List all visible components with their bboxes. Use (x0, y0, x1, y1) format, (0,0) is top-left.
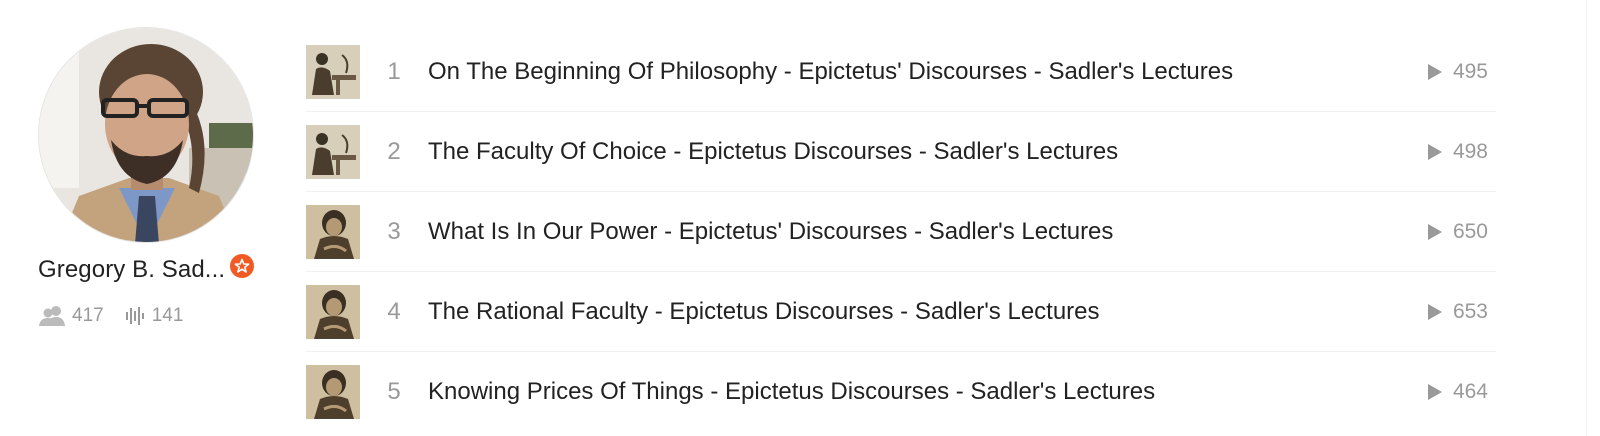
pro-star-icon (230, 254, 255, 278)
track-row[interactable]: 4 The Rational Faculty - Epictetus Disco… (306, 272, 1496, 352)
play-count: 464 (1427, 380, 1488, 404)
track-artwork[interactable] (306, 44, 360, 99)
play-count-value: 650 (1452, 219, 1488, 243)
waveform-icon (125, 307, 144, 325)
artist-name-link[interactable]: Gregory B. Sad... (38, 256, 225, 284)
play-icon (1427, 303, 1442, 320)
tracks-count: 141 (151, 305, 184, 326)
play-icon (1427, 143, 1442, 160)
avatar-photo (39, 28, 253, 242)
play-count-value: 464 (1452, 379, 1488, 403)
play-count: 498 (1427, 140, 1488, 164)
track-title-link[interactable]: Knowing Prices Of Things - Epictetus Dis… (428, 378, 1496, 406)
page-edge-divider (1586, 0, 1587, 436)
play-icon (1427, 63, 1442, 80)
track-number: 4 (387, 297, 401, 325)
track-row[interactable]: 5 Knowing Prices Of Things - Epictetus D… (306, 352, 1496, 431)
track-title-link[interactable]: The Faculty Of Choice - Epictetus Discou… (428, 138, 1496, 166)
play-count-value: 498 (1452, 139, 1488, 163)
followers-icon (39, 306, 65, 326)
artist-stats: 417 141 (38, 305, 268, 327)
track-row[interactable]: 3 What Is In Our Power - Epictetus' Disc… (306, 192, 1496, 272)
track-artwork[interactable] (306, 124, 360, 179)
followers-stat[interactable]: 417 (38, 305, 104, 327)
track-number: 2 (387, 137, 401, 165)
track-title-link[interactable]: The Rational Faculty - Epictetus Discour… (428, 298, 1496, 326)
track-number: 1 (387, 57, 401, 85)
track-artwork[interactable] (306, 364, 360, 419)
track-title-link[interactable]: On The Beginning Of Philosophy - Epictet… (428, 58, 1496, 86)
play-icon (1427, 383, 1442, 400)
play-count: 495 (1427, 60, 1488, 84)
track-artwork[interactable] (306, 284, 360, 339)
play-icon (1427, 223, 1442, 240)
track-list: 1 On The Beginning Of Philosophy - Epict… (306, 32, 1496, 431)
artist-avatar[interactable] (38, 27, 254, 243)
track-row[interactable]: 2 The Faculty Of Choice - Epictetus Disc… (306, 112, 1496, 192)
play-count-value: 653 (1452, 299, 1488, 323)
tracks-stat[interactable]: 141 (124, 305, 184, 327)
artist-profile: Gregory B. Sad... 417 141 (38, 27, 268, 327)
track-title-link[interactable]: What Is In Our Power - Epictetus' Discou… (428, 218, 1496, 246)
play-count: 650 (1427, 220, 1488, 244)
track-number: 3 (387, 217, 401, 245)
track-artwork[interactable] (306, 204, 360, 259)
play-count-value: 495 (1452, 59, 1488, 83)
followers-count: 417 (72, 305, 104, 326)
track-row[interactable]: 1 On The Beginning Of Philosophy - Epict… (306, 32, 1496, 112)
play-count: 653 (1427, 300, 1488, 324)
track-number: 5 (387, 377, 401, 405)
